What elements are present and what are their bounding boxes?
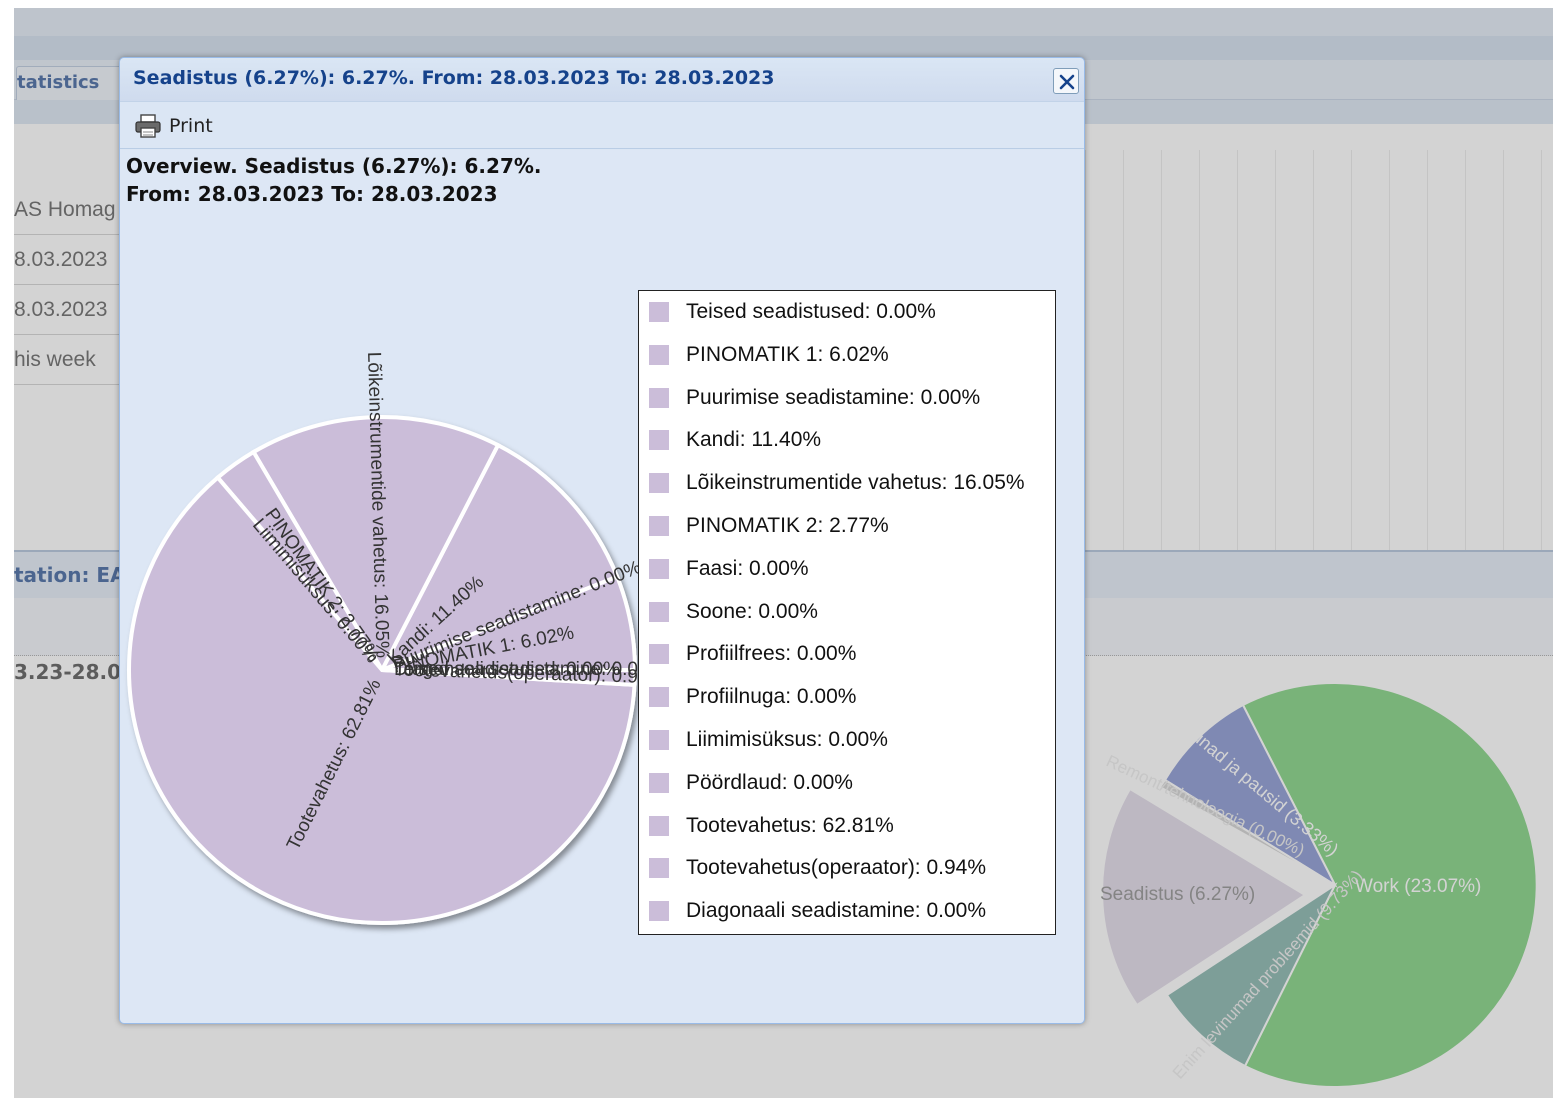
dialog-body: Overview. Seadistus (6.27%): 6.27%. From… [120, 150, 1084, 1023]
legend-item[interactable]: Kandi: 11.40% [649, 425, 821, 455]
chart-legend: Teised seadistused: 0.00% PINOMATIK 1: 6.… [638, 290, 1056, 935]
close-icon [1059, 74, 1075, 90]
legend-label: Soone: 0.00% [686, 599, 818, 623]
legend-label: Kandi: 11.40% [686, 428, 822, 452]
legend-label: Tootevahetus(operaator): 0.94% [686, 856, 987, 880]
legend-swatch [649, 601, 669, 622]
legend-swatch [649, 387, 669, 408]
legend-item[interactable]: Lõikeinstrumentide vahetus: 16.05% [649, 468, 1025, 498]
legend-swatch [649, 473, 669, 494]
legend-swatch [649, 558, 669, 579]
legend-swatch [649, 344, 669, 365]
legend-swatch [649, 858, 669, 879]
close-button[interactable] [1053, 68, 1079, 94]
legend-label: Profiilnuga: 0.00% [686, 685, 857, 709]
legend-item[interactable]: Profiilfrees: 0.00% [649, 639, 856, 669]
legend-item[interactable]: PINOMATIK 1: 6.02% [649, 340, 889, 370]
legend-item[interactable]: Teised seadistused: 0.00% [649, 297, 936, 327]
legend-swatch [649, 430, 669, 451]
legend-swatch [649, 644, 669, 665]
legend-label: Diagonaali seadistamine: 0.00% [686, 899, 987, 923]
legend-label: PINOMATIK 1: 6.02% [686, 342, 889, 366]
dialog-toolbar: Print [120, 103, 1084, 149]
chart-dialog: Seadistus (6.27%): 6.27%. From: 28.03.20… [119, 57, 1085, 1024]
legend-label: Faasi: 0.00% [686, 556, 809, 580]
legend-item[interactable]: Tootevahetus(operaator): 0.94% [649, 853, 986, 883]
legend-item[interactable]: PINOMATIK 2: 2.77% [649, 511, 889, 541]
legend-item[interactable]: Pöördlaud: 0.00% [649, 768, 853, 798]
legend-swatch [649, 516, 669, 536]
pie-label-diagonaali: Diagonaali seadistamine: 0.00% [394, 659, 666, 680]
legend-swatch [649, 687, 669, 708]
legend-label: Lõikeinstrumentide vahetus: 16.05% [686, 471, 1025, 495]
legend-item[interactable]: Soone: 0.00% [649, 597, 818, 627]
printer-icon [135, 114, 161, 138]
print-label: Print [169, 115, 213, 137]
legend-swatch [649, 901, 669, 922]
legend-item[interactable]: Diagonaali seadistamine: 0.00% [649, 896, 986, 926]
legend-item[interactable]: Profiilnuga: 0.00% [649, 682, 856, 712]
legend-label: Pöördlaud: 0.00% [686, 770, 853, 794]
left-white-margin [0, 0, 14, 1098]
legend-swatch [649, 302, 669, 322]
legend-swatch [649, 730, 669, 750]
legend-swatch [649, 815, 669, 836]
legend-label: Puurimise seadistamine: 0.00% [686, 385, 981, 409]
top-white-margin [0, 0, 1553, 8]
legend-swatch [649, 772, 669, 793]
legend-label: Profiilfrees: 0.00% [686, 642, 857, 666]
print-button[interactable]: Print [134, 111, 213, 141]
legend-label: Liimimisüksus: 0.00% [686, 728, 888, 751]
legend-label: Tootevahetus: 62.81% [686, 813, 894, 837]
legend-item[interactable]: Liimimisüksus: 0.00% [649, 725, 888, 755]
legend-item[interactable]: Puurimise seadistamine: 0.00% [649, 383, 980, 413]
dialog-title: Seadistus (6.27%): 6.27%. From: 28.03.20… [133, 67, 775, 89]
dialog-header: Seadistus (6.27%): 6.27%. From: 28.03.20… [120, 58, 1084, 102]
legend-item[interactable]: Tootevahetus: 62.81% [649, 811, 894, 841]
legend-label: Teised seadistused: 0.00% [686, 300, 936, 323]
legend-item[interactable]: Faasi: 0.00% [649, 554, 809, 584]
legend-label: PINOMATIK 2: 2.77% [686, 514, 889, 537]
